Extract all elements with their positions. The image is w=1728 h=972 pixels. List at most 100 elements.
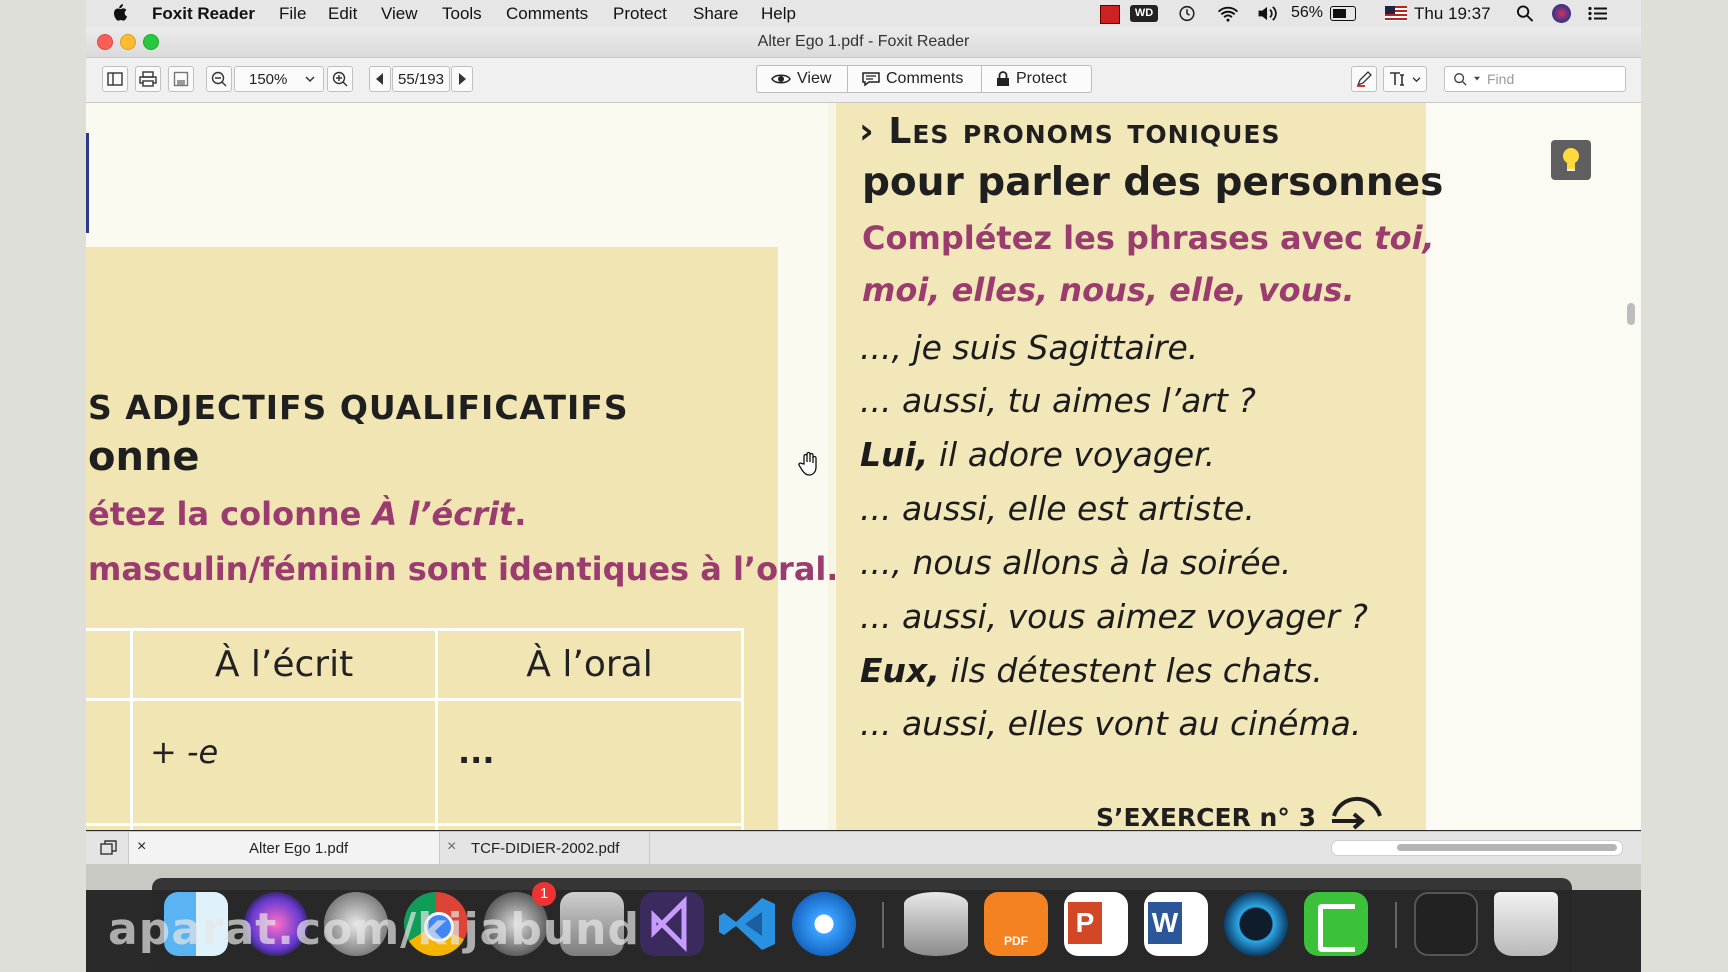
menu-comments[interactable]: Comments [506,4,588,24]
us-flag-icon[interactable] [1385,6,1407,21]
table-header-oral: À l’oral [526,644,653,685]
zoom-out-button[interactable] [206,66,232,92]
menu-file[interactable]: File [279,4,306,24]
chevron-down-icon [305,76,315,83]
instruction-pronoms-1: Complétez les phrases avec toi, [862,219,1435,257]
recording-icon[interactable] [1100,5,1120,24]
menu-help[interactable]: Help [761,4,796,24]
desktop-background-left [0,0,86,972]
close-tab-icon[interactable]: × [137,838,146,856]
tab-alter-ego[interactable]: × Alter Ego 1.pdf [128,832,440,865]
view-mode-label: View [797,70,832,87]
instruction-pronoms-2: moi, elles, nous, elle, vous. [862,271,1355,309]
foxit-pdf-icon[interactable]: PDF [984,892,1048,956]
camtasia-icon[interactable] [1304,892,1368,956]
find-options-chevron-icon [1474,76,1480,81]
siri-icon[interactable] [1552,4,1571,23]
table-header-ecrit: À l’écrit [214,644,354,685]
zoom-value: 150% [249,70,288,88]
notification-center-icon[interactable] [1588,5,1608,22]
time-machine-icon[interactable] [1176,5,1198,22]
tips-lightbulb-button[interactable] [1551,140,1591,180]
menu-tools[interactable]: Tools [442,4,482,24]
vscode-icon[interactable] [716,892,780,956]
horizontal-scrollbar[interactable] [1331,840,1623,856]
desktop-background-right [1641,0,1728,972]
printer-icon [139,71,157,87]
vertical-scrollbar-thumb[interactable] [1627,303,1635,325]
zoom-in-button[interactable] [327,66,353,92]
find-placeholder: Find [1487,71,1515,87]
comments-mode-label: Comments [886,70,964,87]
menu-edit[interactable]: Edit [328,4,357,24]
previous-page-button[interactable] [369,66,391,92]
database-icon[interactable] [904,892,968,956]
section-title-pronoms: Les pronoms toniques [888,111,1281,152]
battery-percent: 56% [1291,4,1324,21]
exercise-line-8: ... aussi, elles vont au cinéma. [860,704,1362,743]
save-icon [173,71,189,87]
sexercer-reference: S’EXERCER n° 3 [1096,803,1316,830]
menu-protect[interactable]: Protect [613,4,667,24]
table-cell: ... [458,733,495,771]
watermark-text: aparat.com/kijabund [108,904,641,955]
pencil-tool-button[interactable] [1351,66,1377,92]
tab-label: TCF-DIDIER-2002.pdf [471,840,620,857]
view-mode-button[interactable]: View [756,65,848,93]
quicktime-icon[interactable] [1224,892,1288,956]
menu-clock[interactable]: Thu 19:37 [1414,4,1491,24]
mac-menu-bar: Foxit Reader File Edit View Tools Commen… [86,0,1641,27]
protect-mode-label: Protect [1016,70,1067,87]
section-subheading: onne [88,434,200,480]
window-title-bar: Alter Ego 1.pdf - Foxit Reader [86,27,1641,58]
battery-icon[interactable] [1330,6,1356,21]
exercise-bold-pronoun: Lui, [860,435,929,474]
exercise-line-5: ..., nous allons à la soirée. [860,543,1292,582]
page-number-field[interactable]: 55/193 [392,66,450,92]
word-icon[interactable]: W [1144,892,1208,956]
chevron-left-icon [376,73,383,85]
pencil-icon [1356,71,1372,87]
sidebar-toggle-button[interactable] [102,66,128,92]
text-tool-chevron-icon [1412,76,1421,82]
minimized-window-thumbnail[interactable] [1414,892,1478,956]
tab-tcf-didier[interactable]: × TCF-DIDIER-2002.pdf [439,832,650,865]
menu-app-name[interactable]: Foxit Reader [152,4,255,24]
document-view[interactable]: S ADJECTIFS QUALIFICATIFS onne étez la c… [86,103,1641,830]
exercise-bold-pronoun: Eux, [860,651,940,690]
instruction-1-end: . [514,495,527,533]
zoom-in-icon [332,71,348,87]
menu-share[interactable]: Share [693,4,738,24]
section-heading-adjectifs: S ADJECTIFS QUALIFICATIFS [88,388,629,427]
page-number-value: 55/193 [398,70,444,88]
table-cell: + -e [150,733,219,771]
wifi-icon[interactable] [1216,5,1240,22]
protect-mode-button[interactable]: Protect [981,65,1092,93]
page-edge-mark [86,133,89,233]
print-button[interactable] [135,66,161,92]
zoom-select[interactable]: 150% [234,66,324,92]
visual-studio-icon[interactable] [640,892,704,956]
next-page-button[interactable] [451,66,473,92]
spotlight-search-icon[interactable] [1516,5,1534,22]
apple-icon[interactable] [110,4,128,21]
powerpoint-icon[interactable]: P [1064,892,1128,956]
menu-view[interactable]: View [381,4,418,24]
comments-mode-button[interactable]: Comments [847,65,982,93]
tabs-overview-button[interactable] [100,840,118,860]
wd-drive-icon[interactable]: WD [1130,5,1158,22]
save-button[interactable] [168,66,194,92]
hand-cursor-icon [798,451,817,476]
safari-icon[interactable] [792,892,856,956]
trash-icon[interactable] [1494,892,1558,956]
text-tool-button[interactable] [1383,66,1427,92]
close-tab-icon[interactable]: × [447,838,456,856]
find-input[interactable]: Find [1444,66,1626,92]
horizontal-scrollbar-thumb[interactable] [1397,844,1617,851]
circular-arrow-icon [1332,796,1382,830]
exercise-line-7-rest: ils détestent les chats. [939,651,1323,690]
instruction-line-1: étez la colonne À l’écrit. [88,495,526,533]
notification-badge: 1 [532,882,556,906]
volume-icon[interactable] [1256,5,1280,22]
text-tool-icon [1390,72,1404,86]
